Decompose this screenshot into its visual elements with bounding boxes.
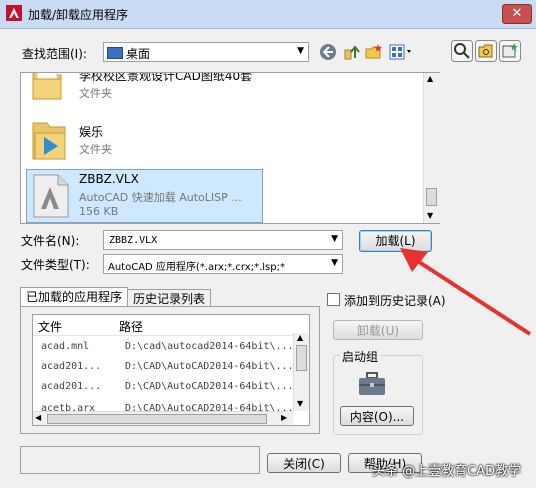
file-type: AutoCAD 快速加载 AutoLISP ... [79,191,242,204]
file-type: 文件夹 [79,143,112,156]
file-name: 李校校区景观设计CAD图纸40套 [79,72,253,83]
chevron-down-icon: ▼ [297,46,304,56]
briefcase-icon [359,372,385,395]
media-folder-icon [32,122,66,160]
scroll-down-icon[interactable]: ▼ [297,399,303,408]
desktop-icon [107,47,123,59]
close-button[interactable]: 关闭(C) [267,453,341,473]
scroll-thumb[interactable] [47,414,267,424]
look-in-label: 查找范围(I): [22,47,87,61]
add-history-checkbox[interactable] [327,293,340,306]
watermark-text: 头条 @上壹教育CAD教学 [372,464,522,479]
scroll-right-icon[interactable]: ▶ [281,413,287,422]
back-icon[interactable] [318,42,338,62]
locate-icon[interactable] [475,40,497,62]
filename-label: 文件名(N): [21,234,80,248]
up-folder-icon[interactable] [342,42,362,62]
table-cell: D:\CAD\AutoCAD2014-64bit\... [125,361,294,372]
filetype-label: 文件类型(T): [21,258,90,272]
file-type: 文件夹 [79,87,112,100]
column-header-file[interactable]: 文件 [38,318,62,335]
filetype-select[interactable]: AutoCAD 应用程序(*.arx;*.crx;*.lsp;* ▼ [103,254,343,274]
close-window-button[interactable]: ✕ [502,4,532,24]
list-item-selected[interactable]: ZBBZ.VLX AutoCAD 快速加载 AutoLISP ... 156 K… [26,169,263,223]
new-folder-icon[interactable] [364,42,384,62]
scroll-up-icon[interactable]: ▲ [427,74,433,83]
list-item[interactable]: 李校校区景观设计CAD图纸40套 文件夹 [21,72,421,107]
table-row[interactable]: acad201... D:\CAD\AutoCAD2014-64bit\... [33,361,294,377]
autocad-app-icon [6,5,22,21]
folder-icon [32,73,62,100]
table-row[interactable]: acad.mnl D:\cad\autocad2014-64bit\... [33,341,294,357]
scroll-left-icon[interactable]: ◀ [35,413,41,422]
window-title: 加载/卸载应用程序 [28,8,129,22]
table-cell: acad201... [41,361,102,372]
look-in-select[interactable]: 桌面 ▼ [103,42,309,62]
list-item[interactable]: 娱乐 文件夹 [21,117,421,165]
tab-loaded-apps[interactable]: 已加载的应用程序 [20,287,129,308]
look-in-value: 桌面 [126,47,151,61]
chevron-down-icon: ▼ [331,234,338,244]
chevron-down-icon: ▼ [331,258,338,268]
table-cell: acad201... [41,381,102,392]
file-size: 156 KB [79,205,119,218]
filename-value: ZBBZ.VLX [109,235,158,246]
web-icon[interactable] [499,40,521,62]
contents-button[interactable]: 内容(O)... [340,406,414,426]
column-header-path[interactable]: 路径 [119,318,143,335]
status-field [20,446,260,474]
file-list[interactable]: 李校校区景观设计CAD图纸40套 文件夹 娱乐 文件夹 ZBBZ.VLX Aut… [20,72,440,224]
scroll-up-icon[interactable]: ▲ [297,333,303,342]
scroll-down-icon[interactable]: ▼ [427,211,433,220]
table-header: 文件 路径 [33,315,309,336]
loaded-apps-table[interactable]: 文件 路径 acad.mnl D:\cad\autocad2014-64bit\… [32,314,310,426]
scroll-thumb[interactable] [426,188,437,206]
table-cell: D:\cad\autocad2014-64bit\... [125,341,294,352]
table-cell: acad.mnl [41,341,90,352]
filename-input[interactable]: ZBBZ.VLX ▼ [103,230,343,250]
table-vscroll[interactable]: ▲ ▼ [293,333,309,411]
scroll-thumb[interactable] [296,345,307,371]
unload-button[interactable]: 卸载(U) [333,320,423,340]
table-cell: D:\CAD\AutoCAD2014-64bit\... [125,381,294,392]
add-history-label: 添加到历史记录(A) [344,294,446,308]
vlx-file-icon [33,174,69,218]
file-name: 娱乐 [79,125,104,139]
filetype-value: AutoCAD 应用程序(*.arx;*.crx;*.lsp;* [108,262,285,273]
file-list-scrollbar[interactable]: ▲ ▼ [423,73,440,223]
views-menu-icon[interactable] [388,42,416,62]
table-row[interactable]: acad201... D:\CAD\AutoCAD2014-64bit\... [33,381,294,397]
file-name: ZBBZ.VLX [79,172,139,186]
table-hscroll[interactable]: ◀ ▶ [33,411,293,425]
find-file-icon[interactable] [451,40,473,62]
startup-group-label: 启动组 [340,348,381,365]
